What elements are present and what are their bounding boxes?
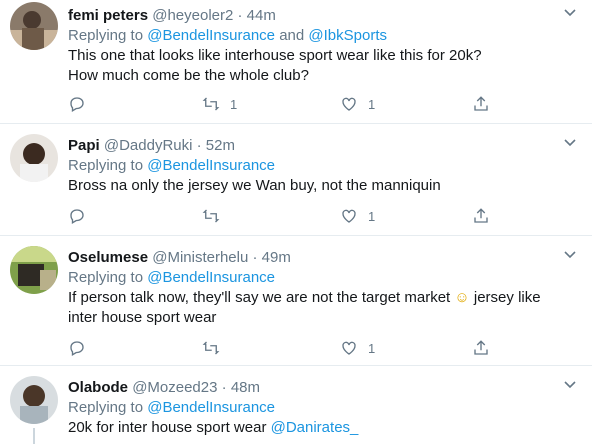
mention-link[interactable]: @BendelInsurance xyxy=(147,27,275,44)
user-name[interactable]: Papi xyxy=(68,137,100,154)
tweet-3[interactable]: Oselumese @Ministerhelu · 49m Replying t… xyxy=(0,236,592,366)
like-button[interactable]: 1 xyxy=(340,338,375,358)
retweet-icon xyxy=(202,97,220,111)
retweet-icon xyxy=(202,209,220,223)
share-icon xyxy=(474,208,488,223)
mention-link[interactable]: @Danirates_ xyxy=(271,419,359,436)
tweet-text-line: Bross na only the jersey we Wan buy, not… xyxy=(68,177,441,194)
share-button[interactable] xyxy=(472,206,490,226)
heart-icon xyxy=(342,341,356,355)
mention-link[interactable]: @IbkSports xyxy=(308,27,387,44)
chevron-down-icon[interactable] xyxy=(562,376,578,392)
like-button[interactable]: 1 xyxy=(340,206,375,226)
tweet-header: femi peters @heyeoler2 · 44m xyxy=(68,6,562,26)
tweet-text-line: How much come be the whole club? xyxy=(68,67,309,84)
retweet-button[interactable]: 1 xyxy=(202,94,237,114)
tweet-text: If person talk now, they'll say we are n… xyxy=(68,288,562,328)
user-name[interactable]: Olabode xyxy=(68,379,128,396)
replying-prefix: Replying to xyxy=(68,399,148,416)
user-handle[interactable]: @DaddyRuki xyxy=(104,137,193,154)
tweet-1[interactable]: femi peters @heyeoler2 · 44m Replying to… xyxy=(0,0,592,124)
retweet-count: 1 xyxy=(230,96,238,112)
user-name[interactable]: femi peters xyxy=(68,7,148,24)
tweet-text: Bross na only the jersey we Wan buy, not… xyxy=(68,176,562,196)
tweet-text: 20k for inter house sport wear @Danirate… xyxy=(68,418,562,438)
retweet-button[interactable] xyxy=(202,338,230,358)
mention-link[interactable]: @BendelInsurance xyxy=(147,399,275,416)
like-button[interactable]: 1 xyxy=(340,94,375,114)
like-count: 1 xyxy=(368,340,376,356)
replying-prefix: Replying to xyxy=(68,269,148,286)
replying-to: Replying to @BendelInsurance and @IbkSpo… xyxy=(68,26,562,46)
timestamp[interactable]: 44m xyxy=(247,7,276,24)
heart-icon xyxy=(342,209,356,223)
tweet-4[interactable]: Olabode @Mozeed23 · 48m Replying to @Ben… xyxy=(0,366,592,444)
mention-link[interactable]: @BendelInsurance xyxy=(147,269,275,286)
tweet-actions: 1 xyxy=(68,206,508,226)
tweet-text: This one that looks like interhouse spor… xyxy=(68,46,562,86)
timestamp[interactable]: 48m xyxy=(231,379,260,396)
timestamp[interactable]: 52m xyxy=(206,137,235,154)
tweet-actions: 1 xyxy=(68,338,508,358)
replying-prefix: Replying to xyxy=(68,157,148,174)
avatar[interactable] xyxy=(10,2,58,50)
share-button[interactable] xyxy=(472,94,490,114)
tweet-text-part: 20k for inter house sport wear xyxy=(68,419,271,436)
separator: · xyxy=(252,249,258,266)
mention-link[interactable]: @BendelInsurance xyxy=(147,157,275,174)
tweet-text-part: jersey like xyxy=(469,289,541,306)
chevron-down-icon[interactable] xyxy=(562,4,578,20)
tweet-header: Olabode @Mozeed23 · 48m xyxy=(68,378,562,398)
share-icon xyxy=(474,340,488,355)
user-handle[interactable]: @heyeoler2 xyxy=(152,7,233,24)
retweet-button[interactable] xyxy=(202,206,230,226)
tweet-text-line: inter house sport wear xyxy=(68,309,217,326)
avatar[interactable] xyxy=(10,134,58,182)
timestamp[interactable]: 49m xyxy=(262,249,291,266)
like-count: 1 xyxy=(368,208,376,224)
chevron-down-icon[interactable] xyxy=(562,246,578,262)
tweet-header: Papi @DaddyRuki · 52m xyxy=(68,136,562,156)
reply-button[interactable] xyxy=(68,206,86,226)
replying-to: Replying to @BendelInsurance xyxy=(68,156,562,176)
separator: · xyxy=(221,379,227,396)
tweet-text-part: If person talk now, they'll say we are n… xyxy=(68,289,455,306)
reply-icon xyxy=(70,341,84,356)
tweet-text-line: If person talk now, they'll say we are n… xyxy=(68,288,562,308)
retweet-icon xyxy=(202,341,220,355)
tweet-text-line: 20k for inter house sport wear @Danirate… xyxy=(68,418,562,438)
tweet-header: Oselumese @Ministerhelu · 49m xyxy=(68,248,562,268)
like-count: 1 xyxy=(368,96,376,112)
separator: · xyxy=(237,7,243,24)
user-name[interactable]: Oselumese xyxy=(68,249,148,266)
reply-icon xyxy=(70,209,84,224)
heart-icon xyxy=(342,97,356,111)
user-handle[interactable]: @Ministerhelu xyxy=(152,249,248,266)
avatar[interactable] xyxy=(10,376,58,424)
tweet-2[interactable]: Papi @DaddyRuki · 52m Replying to @Bende… xyxy=(0,124,592,236)
share-icon xyxy=(474,96,488,111)
tweet-actions: 1 1 xyxy=(68,94,508,114)
reply-and: and xyxy=(275,27,309,44)
user-handle[interactable]: @Mozeed23 xyxy=(132,379,217,396)
replying-prefix: Replying to xyxy=(68,27,148,44)
separator: · xyxy=(196,137,202,154)
reply-icon xyxy=(70,97,84,112)
replying-to: Replying to @BendelInsurance xyxy=(68,268,562,288)
replying-to: Replying to @BendelInsurance xyxy=(68,398,562,418)
thread-line xyxy=(33,428,35,444)
avatar[interactable] xyxy=(10,246,58,294)
reply-button[interactable] xyxy=(68,94,86,114)
share-button[interactable] xyxy=(472,338,490,358)
emoji: ☺ xyxy=(454,289,470,306)
tweet-text-line: This one that looks like interhouse spor… xyxy=(68,47,482,64)
reply-button[interactable] xyxy=(68,338,86,358)
chevron-down-icon[interactable] xyxy=(562,134,578,150)
